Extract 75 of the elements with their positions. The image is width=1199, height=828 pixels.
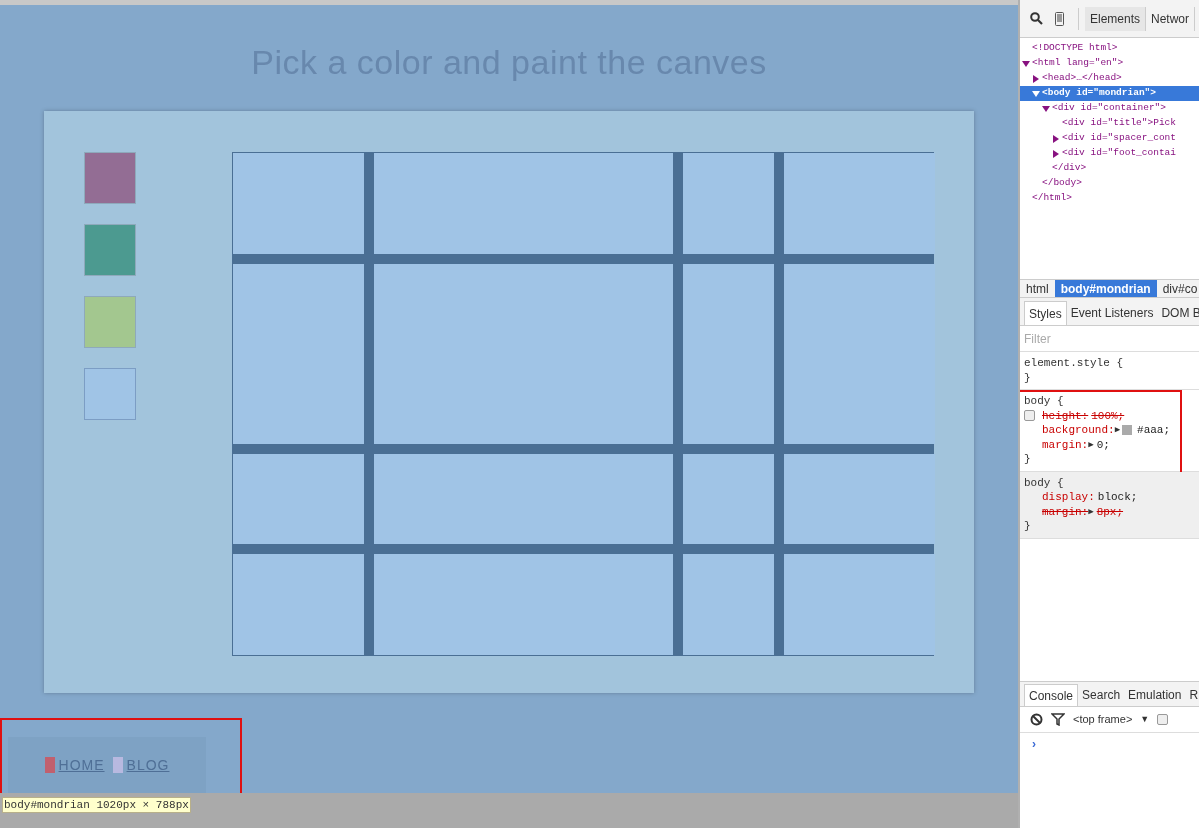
dropdown-arrow[interactable]: ▼ [1140, 712, 1150, 727]
css-property[interactable]: height: [1042, 408, 1089, 423]
css-selector: body { [1024, 394, 1064, 409]
color-swatch[interactable] [84, 296, 136, 348]
canvas-cell[interactable] [683, 554, 774, 655]
search-icon[interactable] [1030, 12, 1043, 25]
canvas-cell[interactable] [233, 554, 364, 655]
collapsed-triangle-icon[interactable] [1032, 74, 1040, 83]
console-prompt[interactable]: › [1032, 737, 1036, 751]
css-property[interactable]: background: [1042, 423, 1115, 438]
css-property[interactable]: margin: [1042, 504, 1089, 519]
styles-tab[interactable]: Styles [1024, 301, 1067, 325]
css-value[interactable]: 0; [1096, 437, 1110, 452]
checkbox[interactable] [1024, 410, 1035, 422]
canvas-cell[interactable] [374, 153, 673, 254]
css-value[interactable]: block; [1097, 490, 1138, 505]
drawer-tab[interactable]: Console [1024, 684, 1079, 706]
css-value[interactable]: #aaa; [1137, 423, 1171, 438]
device-icon[interactable] [1055, 11, 1064, 26]
filter-icon[interactable] [1051, 713, 1065, 726]
canvas-cell[interactable] [374, 554, 673, 655]
expand-arrow[interactable]: ▶ [1088, 437, 1094, 452]
breadcrumb[interactable]: div#co [1156, 280, 1199, 297]
drawer-tab[interactable]: R [1185, 684, 1199, 706]
canvas-cell[interactable] [374, 264, 673, 444]
devtools-tab[interactable]: Networ [1146, 6, 1196, 31]
dom-node[interactable]: <div id="foot_contai [1062, 146, 1177, 161]
dom-node[interactable]: <head>…</head> [1042, 71, 1122, 86]
devtools-tab[interactable]: Elements [1085, 6, 1147, 31]
checkbox[interactable] [1157, 714, 1169, 725]
filter-field[interactable]: Filter [1020, 326, 1199, 352]
expanded-triangle-icon[interactable] [1022, 59, 1030, 68]
dom-node[interactable]: <div id="title">Pick [1062, 116, 1177, 131]
color-swatch[interactable] [84, 152, 136, 204]
breadcrumb[interactable]: html [1020, 280, 1055, 297]
canvas-cell[interactable] [784, 264, 935, 444]
dom-node[interactable]: </div> [1052, 161, 1087, 176]
css-selector: element.style { [1024, 356, 1124, 371]
canvas-cell[interactable] [683, 153, 774, 254]
dom-node[interactable]: <div id="spacer_cont [1062, 131, 1177, 146]
canvas-cell[interactable] [784, 153, 935, 254]
css-value[interactable]: 100%; [1091, 408, 1125, 423]
context-selector[interactable]: <top frame> [1073, 711, 1133, 728]
element-tooltip: body#mondrian 1020px × 788px [2, 797, 191, 813]
canvas-cell[interactable] [374, 454, 673, 544]
css-property[interactable]: margin: [1042, 437, 1089, 452]
styles-tab[interactable]: Event Listeners [1066, 301, 1158, 325]
canvas-cell[interactable] [233, 454, 364, 544]
canvas-cell[interactable] [233, 153, 364, 254]
dom-node[interactable]: <div id="container"> [1052, 101, 1167, 116]
color-swatch[interactable] [84, 224, 136, 276]
closing-brace: } [1024, 370, 1031, 385]
dom-node[interactable]: </html> [1032, 191, 1072, 206]
color-swatch[interactable] [84, 368, 136, 420]
closing-brace: } [1024, 452, 1031, 467]
dom-node[interactable]: <!DOCTYPE html> [1032, 41, 1118, 56]
color-swatch-icon[interactable] [1122, 425, 1133, 436]
expand-arrow[interactable]: ▶ [1088, 504, 1094, 519]
canvas-cell[interactable] [784, 554, 935, 655]
drawer-tab[interactable]: Search [1078, 684, 1125, 706]
expand-arrow[interactable]: ▶ [1114, 423, 1121, 438]
paint-canvas[interactable] [232, 152, 934, 656]
canvas-cell[interactable] [683, 264, 774, 444]
breadcrumb[interactable]: body#mondrian [1054, 280, 1157, 297]
closing-brace: } [1024, 519, 1031, 534]
css-value[interactable]: 8px; [1096, 504, 1124, 519]
canvas-cell[interactable] [784, 454, 935, 544]
css-property[interactable]: display: [1042, 490, 1095, 505]
dom-node[interactable]: <html lang="en"> [1032, 56, 1124, 71]
dom-node[interactable]: </body> [1042, 176, 1082, 191]
canvas-cell[interactable] [233, 264, 364, 444]
drawer-tab[interactable]: Emulation [1124, 684, 1186, 706]
clear-icon[interactable] [1030, 713, 1043, 726]
css-selector: body { [1024, 475, 1064, 490]
canvas-cell[interactable] [683, 454, 774, 544]
